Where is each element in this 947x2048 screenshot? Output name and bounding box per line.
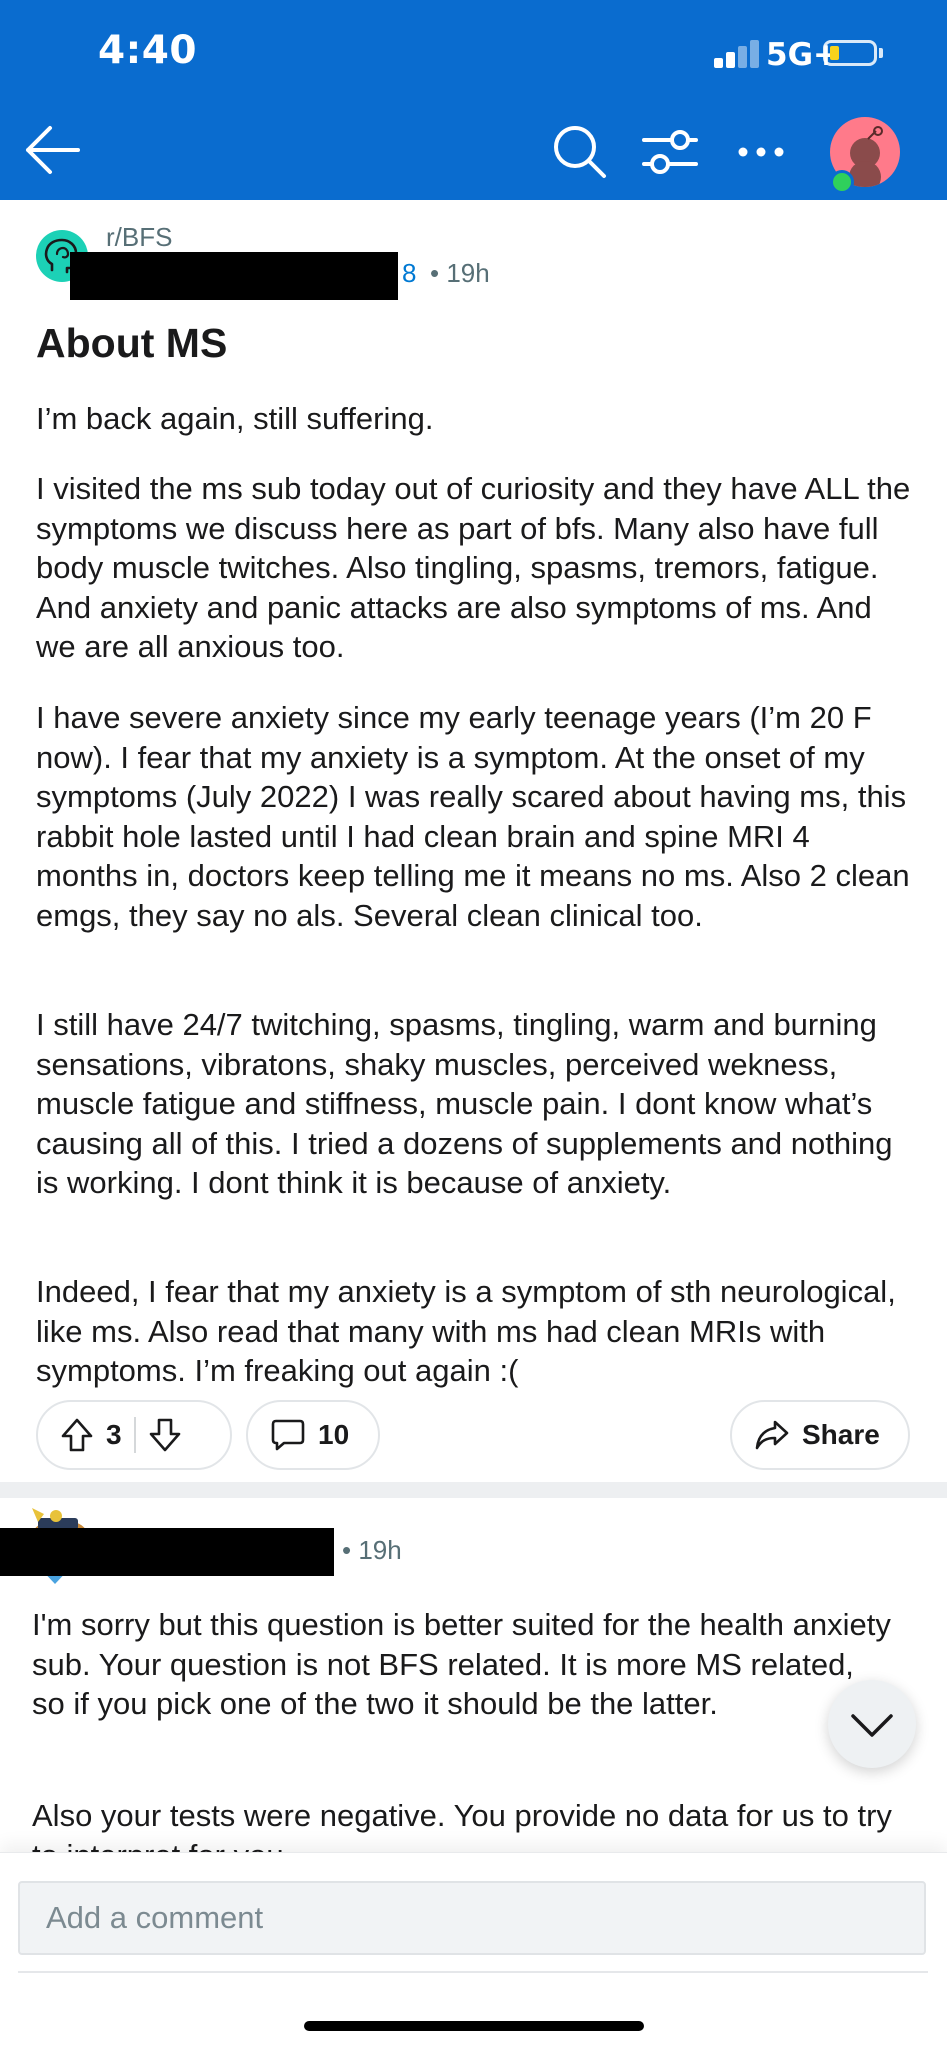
back-arrow-icon — [26, 126, 80, 174]
vote-control: 3 — [36, 1400, 232, 1470]
scroll-to-next-button[interactable] — [828, 1680, 916, 1768]
post-paragraph: I visited the ms sub today out of curios… — [36, 471, 911, 664]
status-time: 4:40 — [98, 28, 198, 73]
upvote-button[interactable] — [60, 1417, 94, 1453]
vote-divider — [133, 1417, 136, 1453]
share-label: Share — [802, 1419, 880, 1450]
post-paragraph: I still have 24/7 twitching, spasms, tin… — [36, 1007, 893, 1200]
section-separator — [0, 1482, 947, 1498]
share-icon — [755, 1420, 789, 1450]
battery-icon — [823, 40, 877, 66]
downvote-icon — [149, 1418, 180, 1452]
home-indicator[interactable] — [304, 2021, 644, 2031]
search-button[interactable] — [552, 124, 608, 180]
online-status-dot — [830, 170, 854, 194]
app-header: 4:40 5G+ — [0, 0, 947, 200]
downvote-button[interactable] — [148, 1417, 182, 1453]
composer-divider — [18, 1971, 928, 1973]
filter-icon — [642, 130, 698, 174]
post-title: About MS — [36, 320, 228, 366]
vote-count: 3 — [106, 1419, 122, 1450]
post-paragraph: I have severe anxiety since my early tee… — [36, 700, 910, 933]
post-paragraph: I’m back again, still suffering. — [36, 401, 434, 436]
subreddit-name[interactable]: r/BFS — [106, 222, 172, 253]
redacted-username — [0, 1528, 334, 1576]
more-options-button[interactable] — [736, 140, 786, 164]
chevron-down-icon — [851, 1714, 893, 1737]
search-icon — [554, 126, 606, 178]
redacted-username — [70, 252, 398, 300]
more-icon — [738, 147, 784, 157]
comments-button[interactable]: 10 — [246, 1400, 380, 1470]
back-button[interactable] — [22, 124, 82, 176]
upvote-icon — [61, 1418, 93, 1452]
comment-time: • 19h — [342, 1535, 402, 1565]
post-time: • 19h — [430, 258, 490, 288]
comment-composer: Add a comment — [0, 1852, 947, 2048]
comment-input[interactable]: Add a comment — [18, 1881, 926, 1955]
share-button[interactable]: Share — [730, 1400, 910, 1470]
post-paragraph: Indeed, I fear that my anxiety is a symp… — [36, 1274, 896, 1388]
signal-icon — [714, 38, 764, 68]
comment-count: 10 — [318, 1419, 350, 1450]
sort-filter-button[interactable] — [642, 128, 698, 176]
comment-bubble-icon — [271, 1419, 305, 1451]
comment-paragraph: Also your tests were negative. You provi… — [32, 1798, 892, 1854]
author-name-tail[interactable]: 8 — [402, 258, 416, 289]
comment-paragraph: I'm sorry but this question is better su… — [32, 1607, 891, 1721]
